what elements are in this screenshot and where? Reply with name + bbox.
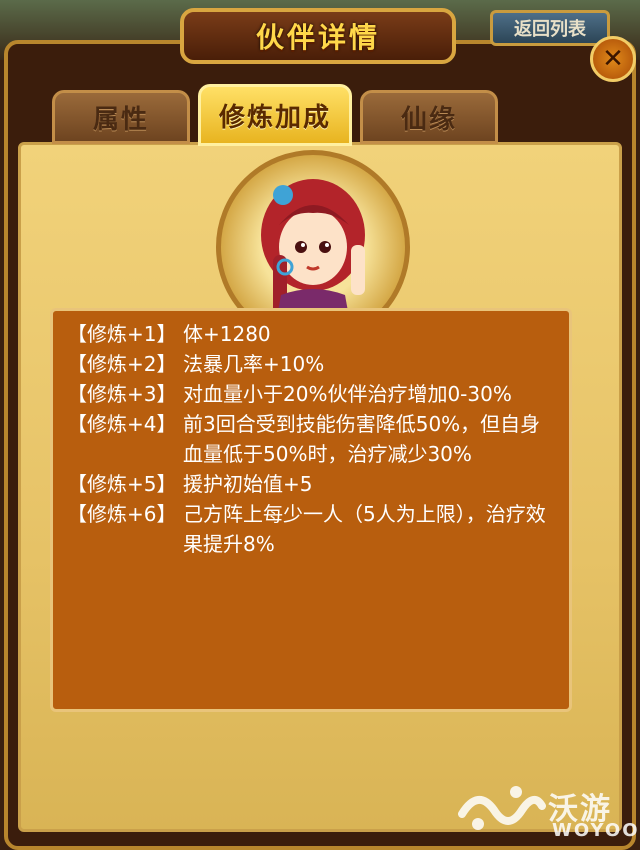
- bonus-level: 【修炼+4】: [67, 412, 177, 436]
- dialog-title: 伙伴详情: [180, 8, 456, 64]
- bonus-effect: 前3回合受到技能伤害降低50%，但自身血量低于50%时，治疗减少30%: [183, 412, 541, 466]
- bonus-effect: 法暴几率+10%: [183, 352, 325, 376]
- tab-cultivation-bonus[interactable]: 修炼加成: [198, 84, 352, 146]
- bonus-level: 【修炼+2】: [67, 352, 177, 376]
- list-item: 【修炼+4】 前3回合受到技能伤害降低50%，但自身血量低于50%时，治疗减少3…: [53, 409, 569, 469]
- watermark-subtext: WOYOO: [552, 820, 640, 841]
- bonus-level: 【修炼+5】: [67, 472, 177, 496]
- bonus-level: 【修炼+3】: [67, 382, 177, 406]
- close-icon: ✕: [602, 44, 624, 74]
- bonus-effect: 己方阵上每少一人（5人为上限），治疗效果提升8%: [183, 502, 546, 556]
- list-item: 【修炼+1】 体+1280: [53, 319, 569, 349]
- watermark: 沃游 WOYOO: [456, 780, 638, 846]
- close-button[interactable]: ✕: [590, 36, 636, 82]
- woyoo-logo-icon: [458, 786, 546, 830]
- bonus-effect: 体+1280: [183, 322, 271, 346]
- bonus-level: 【修炼+1】: [67, 322, 177, 346]
- tab-attributes[interactable]: 属性: [52, 90, 190, 144]
- list-item: 【修炼+5】 援护初始值+5: [53, 469, 569, 499]
- bonus-effect: 对血量小于20%伙伴治疗增加0-30%: [183, 382, 512, 406]
- tab-xianyuan[interactable]: 仙缘: [360, 90, 498, 144]
- list-item: 【修炼+2】 法暴几率+10%: [53, 349, 569, 379]
- cultivation-bonus-list: 【修炼+1】 体+1280 【修炼+2】 法暴几率+10% 【修炼+3】 对血量…: [50, 308, 572, 712]
- list-item: 【修炼+3】 对血量小于20%伙伴治疗增加0-30%: [53, 379, 569, 409]
- bonus-level: 【修炼+6】: [67, 502, 177, 526]
- bonus-effect: 援护初始值+5: [183, 472, 313, 496]
- list-item: 【修炼+6】 己方阵上每少一人（5人为上限），治疗效果提升8%: [53, 499, 569, 559]
- return-list-button[interactable]: 返回列表: [490, 10, 610, 46]
